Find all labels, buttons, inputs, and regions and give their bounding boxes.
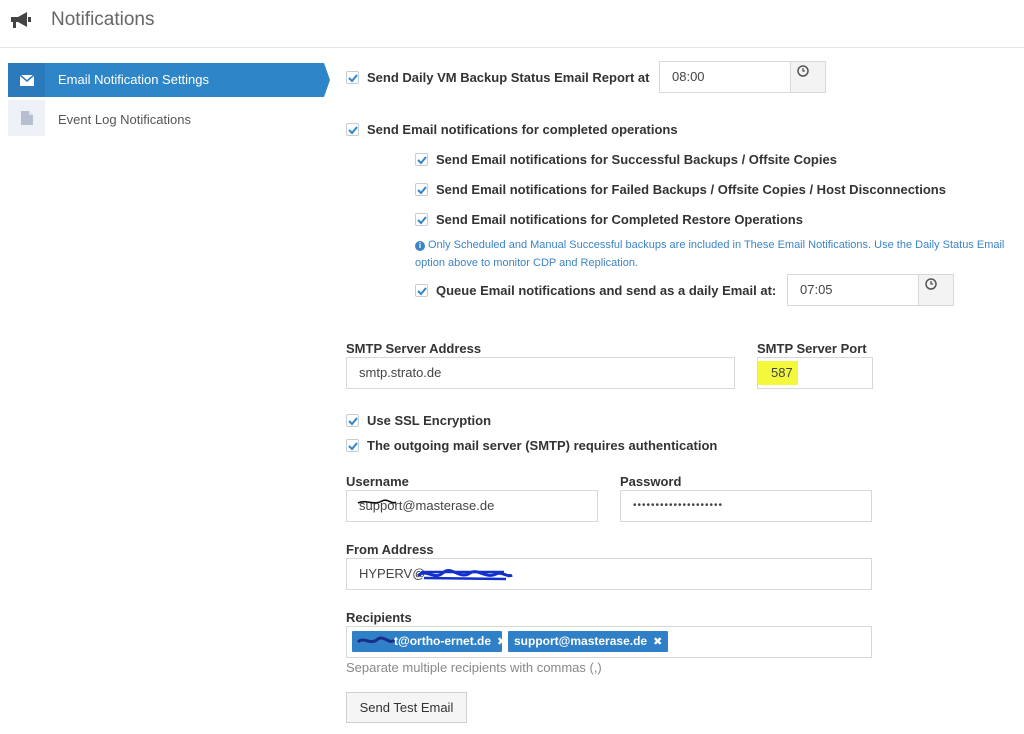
redaction-scribble [356, 636, 396, 644]
recipient-tag[interactable]: support@masterase.de ✖ [508, 631, 669, 652]
successful-backups-label: Send Email notifications for Successful … [436, 152, 837, 167]
completed-ops-checkbox[interactable] [346, 123, 359, 136]
smtp-server-label: SMTP Server Address [346, 341, 482, 356]
ssl-checkbox[interactable] [346, 414, 359, 427]
daily-report-time-input[interactable]: 08:00 [659, 61, 791, 93]
remove-recipient-icon[interactable]: ✖ [497, 636, 506, 648]
megaphone-icon [8, 10, 34, 30]
page-title: Notifications [51, 9, 155, 30]
successful-backups-checkbox[interactable] [415, 153, 428, 166]
header-divider [0, 47, 1024, 48]
redaction-scribble [416, 569, 513, 581]
smtp-server-input[interactable]: smtp.strato.de [346, 357, 735, 389]
failed-backups-checkbox[interactable] [415, 183, 428, 196]
send-test-email-button[interactable]: Send Test Email [346, 692, 467, 723]
from-address-label: From Address [346, 542, 434, 557]
recipients-label: Recipients [346, 610, 412, 625]
sidebar-item-event-log-notifications[interactable]: Event Log Notifications [8, 100, 324, 136]
queue-clock-button[interactable] [918, 274, 954, 306]
smtp-port-label: SMTP Server Port [757, 341, 867, 356]
smtp-port-value: 587 [771, 365, 793, 380]
completed-ops-label: Send Email notifications for completed o… [367, 122, 678, 137]
daily-report-clock-button[interactable] [790, 61, 826, 93]
password-label: Password [620, 474, 682, 489]
envelope-icon [19, 74, 35, 89]
sidebar-item-label: Email Notification Settings [58, 72, 210, 87]
info-note: i Only Scheduled and Manual Successful ba… [415, 236, 1005, 272]
remove-recipient-icon[interactable]: ✖ [653, 636, 662, 648]
active-indicator-arrow [324, 63, 330, 97]
failed-backups-label: Send Email notifications for Failed Back… [436, 182, 946, 197]
daily-report-checkbox[interactable] [346, 71, 359, 84]
redaction-scribble [357, 499, 397, 504]
smtp-auth-checkbox[interactable] [346, 439, 359, 452]
password-input[interactable]: •••••••••••••••••••• [620, 490, 872, 522]
recipient-tag-label: support@masterase.de [514, 634, 648, 648]
queue-time-input[interactable]: 07:05 [787, 274, 919, 306]
queue-daily-label: Queue Email notifications and send as a … [436, 283, 777, 298]
info-icon: i [415, 241, 425, 251]
recipients-help: Separate multiple recipients with commas… [346, 660, 602, 675]
daily-report-label: Send Daily VM Backup Status Email Report… [367, 70, 650, 85]
ssl-label: Use SSL Encryption [367, 413, 492, 428]
restore-operations-label: Send Email notifications for Completed R… [436, 212, 803, 227]
queue-daily-checkbox[interactable] [415, 284, 428, 297]
document-icon [21, 111, 33, 128]
username-label: Username [346, 474, 409, 489]
restore-operations-checkbox[interactable] [415, 213, 428, 226]
sidebar-item-label: Event Log Notifications [58, 112, 191, 127]
recipient-tag-label: t@ortho-ernet.de [394, 634, 492, 648]
info-text: Only Scheduled and Manual Successful bac… [415, 239, 1005, 269]
smtp-auth-label: The outgoing mail server (SMTP) requires… [367, 438, 718, 453]
sidebar-item-email-notification-settings[interactable]: Email Notification Settings [8, 63, 324, 97]
